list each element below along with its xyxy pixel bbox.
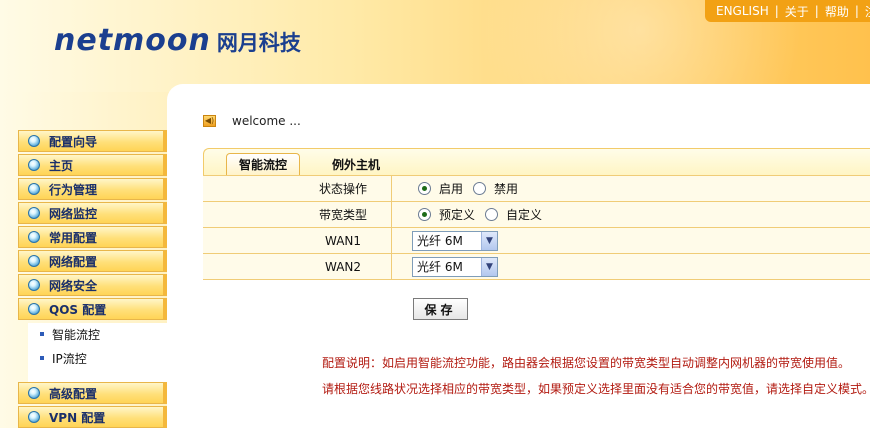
bullet-icon [28,255,40,267]
qos-submenu: 智能流控 IP流控 [28,323,167,383]
sidebar-item-setup-wizard[interactable]: 配置向导 [18,130,167,152]
radio-disable[interactable] [473,182,487,195]
config-note-1: 配置说明：如启用智能流控功能，路由器会根据您设置的带宽类型自动调整内网机器的带宽… [322,356,851,370]
sidebar-item-vpn[interactable]: VPN 配置 [18,406,167,428]
row-label-cell: 状态操作 [203,176,391,201]
sidebar-item-network[interactable]: 网络配置 [18,250,167,272]
square-bullet-icon [40,332,44,336]
bullet-icon [28,231,40,243]
bullet-icon [28,159,40,171]
sidebar-item-label: 行为管理 [49,182,98,197]
link-separator: | [854,4,859,18]
config-note-2: 请根据您线路状况选择相应的带宽类型，如果预定义选择里面没有适合您的带宽值，请选择… [322,382,870,396]
link-separator: | [814,4,819,18]
wan1-select[interactable]: 光纤 6M ▼ [412,230,498,251]
wan2-cell: 光纤 6M ▼ [391,254,870,279]
radio-disable-label[interactable]: 禁用 [494,180,518,197]
sidebar-item-advanced[interactable]: 高级配置 [18,382,167,404]
sidebar-item-common[interactable]: 常用配置 [18,226,167,248]
sidebar-item-home[interactable]: 主页 [18,154,167,176]
speaker-icon: ◀) [203,115,216,127]
logo-chinese: 网月科技 [216,31,301,55]
sidebar-item-label: VPN 配置 [49,410,106,425]
bullet-icon [28,411,40,423]
header: netmoon 网月科技 ENGLISH | 关于 | 帮助 | 注 [0,0,870,92]
radio-enable[interactable] [418,182,431,195]
wan2-select[interactable]: 光纤 6M ▼ [412,256,498,277]
radio-predefined[interactable] [418,208,431,221]
bullet-icon [28,279,40,291]
submenu-item-ip-flow[interactable]: IP流控 [28,347,167,369]
square-bullet-icon [40,356,44,360]
radio-custom[interactable] [485,208,499,221]
bullet-icon [28,135,40,147]
tab-bar: 智能流控 例外主机 [203,148,870,175]
bullet-icon [28,387,40,399]
netmoon-logo[interactable]: netmoon 网月科技 [54,26,301,58]
table-row: WAN2 光纤 6M ▼ [203,254,870,280]
link-logout[interactable]: 注 [865,3,870,20]
link-help[interactable]: 帮助 [825,3,849,20]
sidebar-item-label: 网络监控 [49,206,98,221]
table-row: WAN1 光纤 6M ▼ [203,228,870,254]
row-label-cell: WAN1 [203,228,391,253]
welcome-bar: ◀) welcome ... [203,114,301,128]
link-about[interactable]: 关于 [785,3,809,20]
table-row: 带宽类型 预定义 自定义 [203,202,870,228]
save-button[interactable]: 保存 [413,298,468,320]
status-options: 启用 禁用 [391,176,870,201]
bullet-icon [28,207,40,219]
sidebar-item-security[interactable]: 网络安全 [18,274,167,296]
row-label-cell: 带宽类型 [203,202,391,227]
main-panel: ◀) welcome ... 智能流控 例外主机 状态操作 启用 禁用 带宽类型… [167,84,870,428]
wan1-cell: 光纤 6M ▼ [391,228,870,253]
submenu-item-label: 智能流控 [52,327,101,342]
sidebar-item-label: 高级配置 [49,386,98,401]
table-row: 状态操作 启用 禁用 [203,176,870,202]
sidebar-item-label: 配置向导 [49,134,98,149]
sidebar-item-monitor[interactable]: 网络监控 [18,202,167,224]
logo-wordmark: netmoon [54,23,211,58]
chevron-down-icon[interactable]: ▼ [481,257,497,276]
wan1-select-value: 光纤 6M [417,234,463,248]
radio-custom-label[interactable]: 自定义 [506,206,542,223]
sidebar-item-label: 常用配置 [49,230,98,245]
welcome-text: welcome ... [232,114,301,128]
row-label-cell: WAN2 [203,254,391,279]
bullet-icon [28,303,40,315]
tab-smart-flow-control[interactable]: 智能流控 [226,153,301,175]
sidebar-item-behavior[interactable]: 行为管理 [18,178,167,200]
wan2-select-value: 光纤 6M [417,260,463,274]
sidebar-item-label: 主页 [49,158,74,173]
radio-predefined-label[interactable]: 预定义 [439,206,475,223]
status-label: 状态操作 [318,182,367,196]
bandwidth-options: 预定义 自定义 [391,202,870,227]
sidebar-item-qos[interactable]: QOS 配置 [18,298,167,320]
bandwidth-label: 带宽类型 [318,208,367,222]
link-separator: | [774,4,779,18]
sidebar-item-label: QOS 配置 [49,302,107,317]
chevron-down-icon[interactable]: ▼ [481,231,497,250]
bullet-icon [28,183,40,195]
radio-enable-label[interactable]: 启用 [439,180,463,197]
sidebar-item-label: 网络配置 [49,254,98,269]
link-english[interactable]: ENGLISH [716,4,769,18]
top-links: ENGLISH | 关于 | 帮助 | 注 [705,0,870,22]
settings-table: 状态操作 启用 禁用 带宽类型 预定义 自定义 WAN1 光纤 6M ▼ WAN… [203,175,870,280]
tab-exception-hosts[interactable]: 例外主机 [320,153,392,175]
sidebar-item-label: 网络安全 [49,278,98,293]
wan2-label: WAN2 [324,259,362,274]
submenu-item-smart-flow[interactable]: 智能流控 [28,323,167,345]
submenu-item-label: IP流控 [52,351,87,366]
wan1-label: WAN1 [324,233,362,248]
